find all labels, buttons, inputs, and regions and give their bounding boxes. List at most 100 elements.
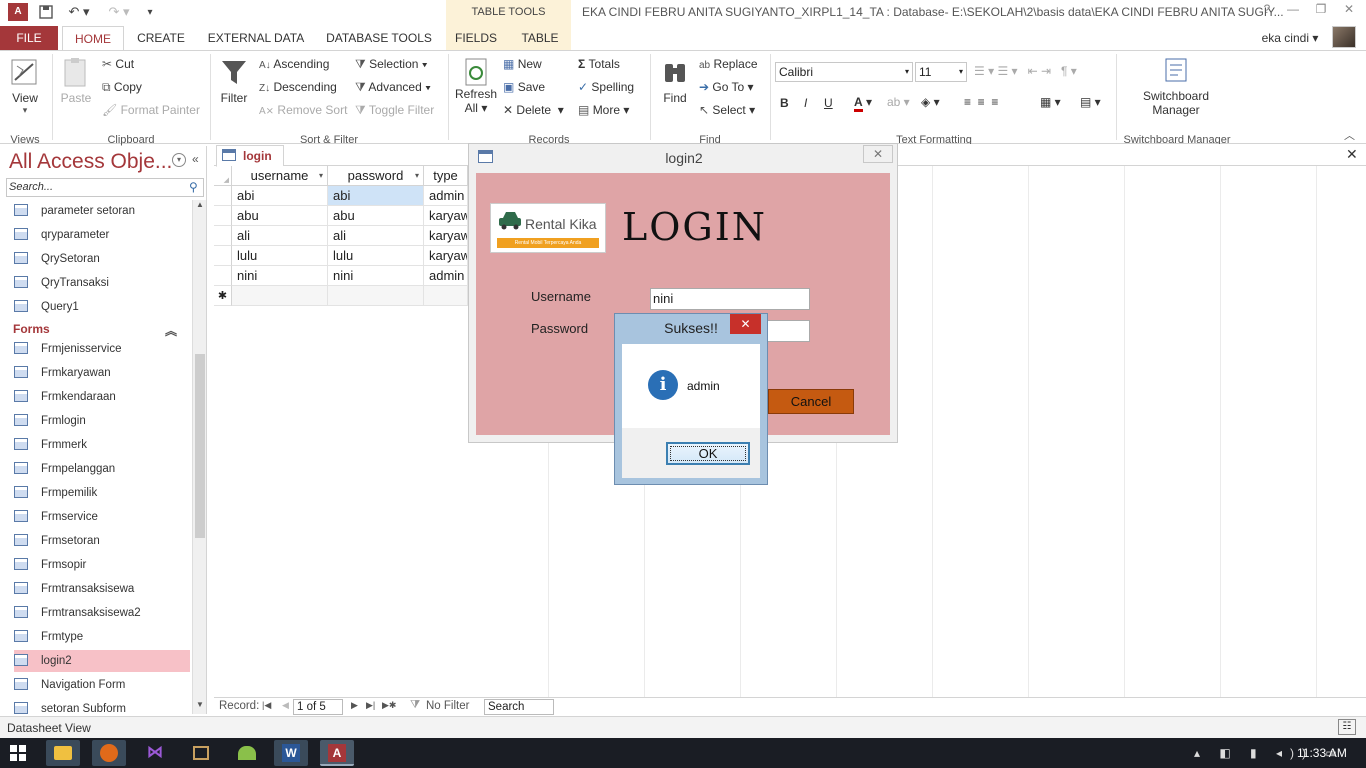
more-button[interactable]: ▤ More ▾ xyxy=(578,103,629,117)
record-search-input[interactable]: Search xyxy=(484,699,554,715)
nav-menu-chevron-icon[interactable]: ▾ xyxy=(172,153,186,167)
column-dropdown-icon[interactable]: ▾ xyxy=(415,166,419,186)
row-selector[interactable] xyxy=(214,186,232,206)
windows-start-icon[interactable] xyxy=(10,745,26,761)
column-header-username[interactable]: username ▾ xyxy=(232,166,328,186)
table-cell[interactable]: abu xyxy=(232,206,328,226)
customize-qat-icon[interactable]: ▾ xyxy=(142,3,158,21)
restore-button[interactable]: ❐ xyxy=(1308,2,1334,20)
nav-item-form[interactable]: Frmtransaksisewa2 xyxy=(14,602,190,624)
advanced-button[interactable]: ⧩ Advanced ▾ xyxy=(355,80,431,95)
bold-button[interactable]: B xyxy=(780,96,789,110)
prev-record-icon[interactable]: ◀ xyxy=(282,700,289,711)
first-record-icon[interactable]: |◀ xyxy=(262,700,271,711)
goto-button[interactable]: ➔ Go To ▾ xyxy=(699,80,754,94)
access-taskbar-icon[interactable]: A xyxy=(320,740,354,766)
new-blank-record-icon[interactable]: ▶✱ xyxy=(382,700,396,711)
row-selector[interactable] xyxy=(214,266,232,286)
redo-icon[interactable]: ↷ ▾ xyxy=(104,3,134,21)
nav-item-query[interactable]: parameter setoran xyxy=(14,200,190,222)
paste-button[interactable]: Paste xyxy=(58,56,94,120)
list-bullets-icon[interactable]: ☰ ▾ ☰ ▾ ⇤ ⇥ ¶ ▾ xyxy=(974,64,1077,78)
column-header-password[interactable]: password ▾ xyxy=(328,166,424,186)
file-explorer-icon[interactable] xyxy=(46,740,80,766)
nav-search-input[interactable]: Search... xyxy=(6,178,204,197)
avatar[interactable] xyxy=(1332,26,1356,48)
cancel-button[interactable]: Cancel xyxy=(768,389,854,414)
nav-item-form[interactable]: Frmservice xyxy=(14,506,190,528)
search-icon[interactable]: ⚲ xyxy=(189,180,198,194)
table-cell[interactable]: karyaw xyxy=(424,206,468,226)
close-window-button[interactable]: ✕ xyxy=(1336,2,1362,20)
italic-button[interactable]: I xyxy=(804,96,807,110)
filter-status[interactable]: No Filter xyxy=(426,700,469,712)
align-icons[interactable]: ≡ ≡ ≡ xyxy=(964,95,998,109)
new-row-cell[interactable] xyxy=(328,286,424,306)
table-cell[interactable]: ali xyxy=(328,226,424,246)
delete-record-button[interactable]: ✕ Delete ▾ xyxy=(503,103,564,117)
save-icon[interactable] xyxy=(36,3,56,21)
new-record-button[interactable]: ▦ New xyxy=(503,57,542,71)
nav-item-form[interactable]: Frmkendaraan xyxy=(14,386,190,408)
nav-item-query[interactable]: QrySetoran xyxy=(14,248,190,270)
row-selector[interactable] xyxy=(214,206,232,226)
word-icon[interactable]: W xyxy=(274,740,308,766)
find-button[interactable]: Find xyxy=(656,56,694,120)
nav-item-form[interactable]: Frmsopir xyxy=(14,554,190,576)
save-record-button[interactable]: ▣ Save xyxy=(503,80,545,94)
datasheet-view-icon[interactable]: ☷ xyxy=(1338,719,1356,735)
refresh-all-button[interactable]: Refresh All ▾ xyxy=(454,56,498,122)
shutter-bar-icon[interactable]: « xyxy=(192,152,199,166)
descending-button[interactable]: Z↓ Descending xyxy=(259,80,337,94)
table-cell[interactable]: lulu xyxy=(232,246,328,266)
table-cell[interactable]: lulu xyxy=(328,246,424,266)
access-logo-icon[interactable]: A xyxy=(8,3,28,21)
new-row-cell[interactable] xyxy=(424,286,468,306)
visual-studio-icon[interactable]: ⋈ xyxy=(138,740,172,766)
collapse-group-icon[interactable]: ︽ xyxy=(165,322,177,339)
new-row-cell[interactable] xyxy=(232,286,328,306)
user-name[interactable]: eka cindi ▾ xyxy=(1250,26,1330,50)
row-selector[interactable] xyxy=(214,246,232,266)
new-row-selector[interactable]: ✱ xyxy=(214,286,232,306)
username-field[interactable]: nini xyxy=(650,288,810,310)
collapse-ribbon-icon[interactable]: ︿ xyxy=(1344,127,1355,143)
table-cell[interactable]: admin xyxy=(424,266,468,286)
table-cell[interactable]: abu xyxy=(328,206,424,226)
ascending-button[interactable]: A↓ Ascending xyxy=(259,57,329,71)
tab-create[interactable]: CREATE xyxy=(132,26,190,50)
nav-item-form[interactable]: Frmtype xyxy=(14,626,190,648)
format-painter-button[interactable]: 🖌 Format Painter xyxy=(102,103,200,117)
firefox-icon[interactable] xyxy=(92,740,126,766)
record-position-input[interactable]: 1 of 5 xyxy=(293,699,343,715)
underline-button[interactable]: U xyxy=(824,96,833,110)
selection-button[interactable]: ⧩ Selection ▾ xyxy=(355,57,428,72)
nav-scrollbar[interactable]: ▲ ▼ xyxy=(192,200,206,714)
minimize-button[interactable]: — xyxy=(1280,2,1306,20)
remove-sort-button[interactable]: A⨯ Remove Sort xyxy=(259,103,347,117)
fill-color-icon[interactable]: ◈ ▾ xyxy=(921,95,940,109)
msgbox-close-button[interactable]: ✕ xyxy=(730,314,761,334)
column-header-type[interactable]: type xyxy=(424,166,468,186)
table-cell[interactable]: admin xyxy=(424,186,468,206)
nav-pane-title[interactable]: All Access Obje... xyxy=(9,150,172,174)
nav-item-form[interactable]: Frmlogin xyxy=(14,410,190,432)
row-selector[interactable] xyxy=(214,226,232,246)
next-record-icon[interactable]: ▶ xyxy=(351,700,358,711)
toggle-filter-button[interactable]: ⧩ Toggle Filter xyxy=(355,103,434,118)
close-document-icon[interactable]: ✕ xyxy=(1346,146,1358,163)
select-all-corner[interactable]: ◢ xyxy=(214,166,232,186)
nav-item-form[interactable]: Frmtransaksisewa xyxy=(14,578,190,600)
nav-item-query[interactable]: QryTransaksi xyxy=(14,272,190,294)
nav-item-query[interactable]: qryparameter xyxy=(14,224,190,246)
filter-button[interactable]: Filter xyxy=(216,56,252,120)
android-icon[interactable] xyxy=(230,740,264,766)
last-record-icon[interactable]: ▶| xyxy=(366,700,375,711)
no-filter-icon[interactable]: ⧩ xyxy=(410,699,420,712)
media-icon[interactable] xyxy=(184,740,218,766)
nav-item-form[interactable]: login2 xyxy=(14,650,190,672)
form-close-button[interactable]: ✕ xyxy=(863,145,893,163)
nav-item-form[interactable]: Frmjenisservice xyxy=(14,338,190,360)
highlight-icon[interactable]: ab ▾ xyxy=(887,95,910,109)
copy-button[interactable]: ⧉ Copy xyxy=(102,80,142,95)
